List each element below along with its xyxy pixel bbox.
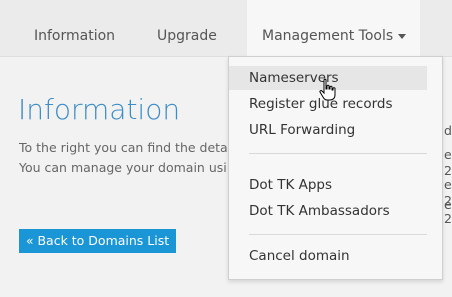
menu-item-cancel-domain[interactable]: Cancel domain xyxy=(229,244,427,268)
page-title: Information xyxy=(18,93,181,126)
hand-cursor-icon xyxy=(319,78,336,101)
caret-down-icon xyxy=(398,34,406,39)
tab-management-tools-label: Management Tools xyxy=(262,28,394,44)
menu-divider xyxy=(249,234,427,235)
right-column-fragment: e xyxy=(444,177,452,192)
tab-upgrade[interactable]: Upgrade xyxy=(157,0,217,56)
back-to-domains-button[interactable]: « Back to Domains List xyxy=(19,229,176,253)
right-column-fragment: e xyxy=(444,147,452,162)
menu-item-url-forwarding[interactable]: URL Forwarding xyxy=(229,118,427,142)
right-column-fragment: e xyxy=(444,197,452,212)
right-column-fragment: 2 xyxy=(444,163,452,178)
right-column-fragment: d xyxy=(444,123,452,138)
top-nav: Information Upgrade Management Tools xyxy=(0,0,452,57)
tab-management-tools[interactable]: Management Tools xyxy=(247,0,420,56)
tab-information[interactable]: Information xyxy=(34,0,115,56)
menu-item-dot-tk-apps[interactable]: Dot TK Apps xyxy=(229,173,427,197)
menu-divider xyxy=(249,153,427,154)
intro-line-2: You can manage your domain usi xyxy=(19,160,227,175)
right-column-fragment: 2 xyxy=(444,211,452,226)
intro-line-1: To the right you can find the deta xyxy=(19,140,228,155)
menu-item-dot-tk-ambassadors[interactable]: Dot TK Ambassadors xyxy=(229,199,427,223)
